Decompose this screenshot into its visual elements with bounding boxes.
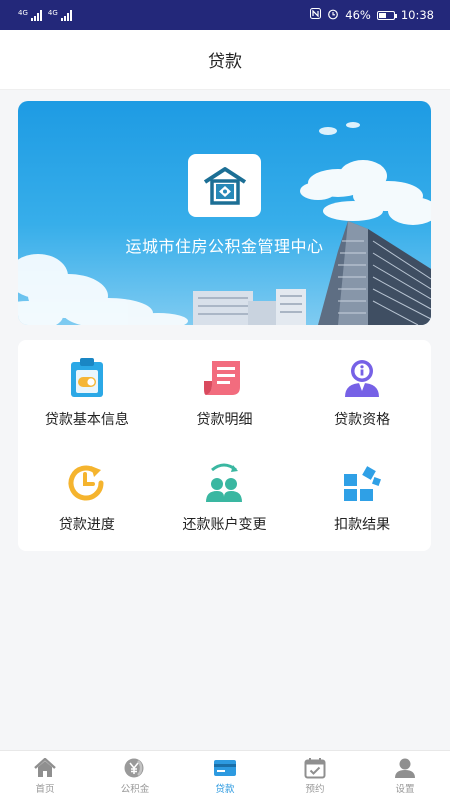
grid-item-loan-details[interactable]: 贷款明细 [156,340,294,446]
card-icon [213,757,237,779]
grid-item-deduction-result[interactable]: 扣款结果 [293,446,431,552]
banner-title: 运城市住房公积金管理中心 [125,237,324,256]
status-right: 46% 10:38 [310,8,434,23]
nav-item-loan[interactable]: 贷款 [180,751,270,800]
nav-label: 预约 [305,783,325,795]
nfc-icon [310,8,322,22]
grid-item-repayment-account-change[interactable]: 还款账户变更 [156,446,294,552]
user-info-icon [340,357,384,399]
status-bar: 4G 4G 46% 10:38 [0,0,450,30]
house-logo-icon [203,166,246,205]
home-icon [33,757,57,779]
nav-item-home[interactable]: 首页 [0,751,90,800]
logo-box [188,154,261,217]
grid-label: 贷款进度 [58,517,115,534]
page-title: 贷款 [208,52,242,72]
nav-item-appointment[interactable]: 预约 [270,751,360,800]
calendar-check-icon [303,757,327,779]
signal-group: 4G 4G [18,9,72,21]
app-header: 贷款 [0,30,450,90]
nav-item-provident-fund[interactable]: 公积金 [90,751,180,800]
clock: 10:38 [400,8,434,22]
blocks-icon [340,462,384,504]
users-swap-icon [202,462,246,504]
grid-label: 贷款明细 [196,411,253,428]
nav-label: 公积金 [120,783,150,795]
clock-arrow-icon [65,462,109,504]
nav-item-settings[interactable]: 设置 [360,751,450,800]
grid-item-loan-eligibility[interactable]: 贷款资格 [293,340,431,446]
grid-label: 贷款资格 [334,411,391,428]
person-icon [393,757,417,779]
loan-function-grid: 贷款基本信息 贷款明细 贷款资格 贷款进度 还款账户变更 扣款结果 [18,340,431,551]
grid-label: 还款账户变更 [182,517,267,534]
receipt-list-icon [202,357,246,399]
alarm-icon [327,8,339,23]
nav-label: 贷款 [215,783,235,795]
grid-item-loan-progress[interactable]: 贷款进度 [18,446,156,552]
yen-coin-icon [123,757,147,779]
nav-label: 设置 [395,783,415,795]
signal-icon: 4G [18,9,42,21]
grid-label: 贷款基本信息 [44,411,129,428]
banner[interactable]: 运城市住房公积金管理中心 [18,101,431,325]
nav-label: 首页 [35,783,55,795]
battery-percent: 46% [345,8,371,22]
battery-icon [376,10,397,20]
bottom-nav: 首页 公积金 贷款 预约 设置 [0,750,450,800]
grid-label: 扣款结果 [334,517,391,534]
clipboard-toggle-icon [65,357,109,399]
signal-icon: 4G [48,9,72,21]
grid-item-loan-basic-info[interactable]: 贷款基本信息 [18,340,156,446]
